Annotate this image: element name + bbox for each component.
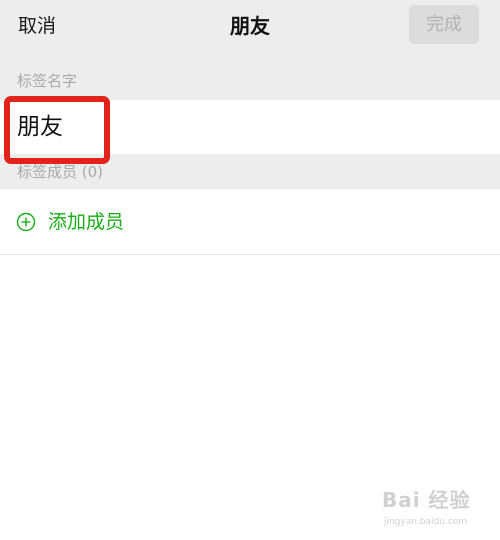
baidu-jingyan-watermark: Bai 经验 jingyan.baidu.com <box>382 486 494 536</box>
members-section-header: 标签成员 (0) <box>0 154 500 189</box>
watermark-logo: Bai 经验 <box>382 488 471 512</box>
members-count-label: 标签成员 (0) <box>17 163 104 181</box>
add-member-label: 添加成员 <box>48 211 125 233</box>
tag-name-label: 标签名字 <box>17 72 78 90</box>
tag-name-input[interactable]: 朋友 <box>0 100 500 154</box>
edit-tag-screen: 取消 朋友 完成 标签名字 朋友 标签成员 (0) 添加成员 Bai 经验 ji… <box>0 0 500 540</box>
nav-bar: 取消 朋友 完成 <box>0 0 500 52</box>
done-button[interactable]: 完成 <box>409 5 479 44</box>
watermark-url: jingyan.baidu.com <box>384 517 468 527</box>
add-member-button[interactable]: 添加成员 <box>0 189 500 255</box>
cancel-button[interactable]: 取消 <box>18 12 56 40</box>
plus-circle-icon <box>16 212 36 232</box>
tag-name-section-header: 标签名字 <box>0 52 500 100</box>
tag-name-value: 朋友 <box>17 114 63 140</box>
